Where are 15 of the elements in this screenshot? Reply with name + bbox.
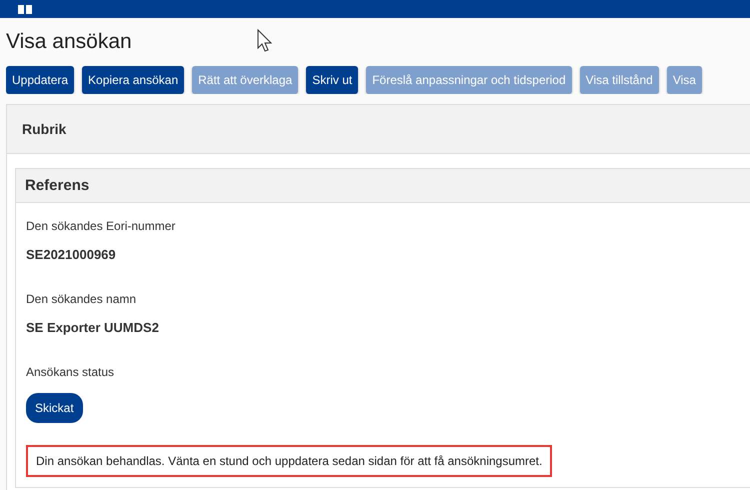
mouse-cursor-icon [257, 29, 273, 53]
panel-heading: Rubrik [7, 105, 750, 154]
section-heading: Referens [16, 169, 750, 203]
status-badge: Skickat [26, 393, 83, 423]
field-value: SE2021000969 [26, 247, 117, 262]
action-button[interactable]: Skriv ut [306, 66, 358, 94]
field-value: SE Exporter UUMDS2 [26, 320, 160, 335]
field-label: Den sökandes Eori-nummer [26, 219, 176, 233]
field-label: Den sökandes namn [26, 292, 138, 306]
page-title: Visa ansökan [6, 30, 132, 54]
field-label: Ansökans status [26, 365, 116, 379]
logo-icon [18, 4, 32, 14]
action-button[interactable]: Uppdatera [6, 66, 74, 94]
action-button[interactable]: Kopiera ansökan [82, 66, 184, 94]
notice-message: Din ansökan behandlas. Vänta en stund och uppdatera sedan sidan för att få ansökningsumret. [26, 445, 552, 477]
